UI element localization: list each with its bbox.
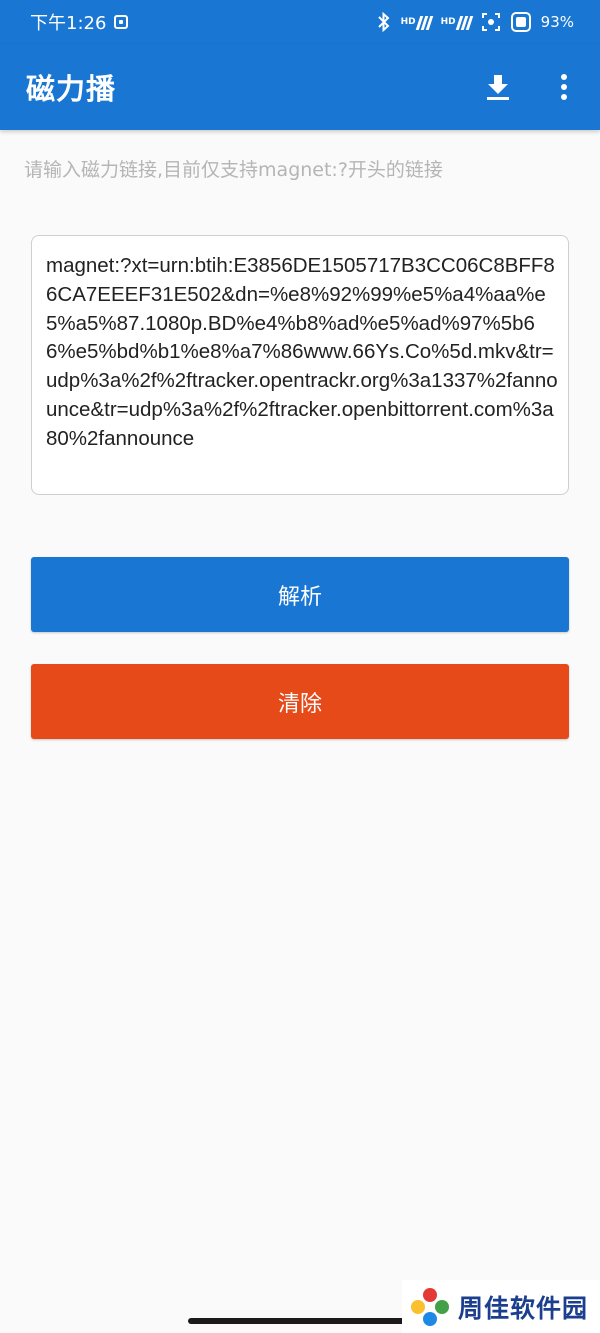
status-left: 下午1:26 [30,9,129,35]
status-right: HD HD 93% [377,12,574,32]
status-bar: 下午1:26 HD HD 93% [0,0,600,44]
watermark-text: 周佳软件园 [458,1293,589,1323]
app-title: 磁力播 [26,72,117,106]
magnet-input-box[interactable] [31,235,569,495]
network-label-1: HD [400,17,416,27]
signal-icon [415,14,433,30]
gesture-nav-bar[interactable] [188,1318,412,1324]
screen-record-icon [481,13,500,31]
download-button[interactable] [480,69,516,105]
parse-button[interactable]: 解析 [31,557,569,632]
app-bar: 磁力播 [0,44,600,130]
signal-icon [455,14,473,30]
network-indicator-1: HD [400,14,433,30]
more-options-button[interactable] [546,69,582,105]
battery-icon [510,12,531,32]
clear-button[interactable]: 清除 [31,664,569,739]
notification-icon [114,15,129,29]
status-time: 下午1:26 [30,13,107,34]
app-bar-actions [480,69,582,105]
download-icon [487,75,509,100]
network-indicator-2: HD [440,14,473,30]
watermark: 周佳软件园 [402,1280,600,1333]
magnet-hint-text: 请输入磁力链接,目前仅支持magnet:?开头的链接 [24,159,443,181]
battery-level: 93% [540,13,574,31]
more-vert-icon [561,74,567,100]
watermark-logo [411,1287,449,1326]
network-label-2: HD [440,17,456,27]
magnet-input[interactable] [46,252,558,482]
bluetooth-icon [377,12,390,32]
